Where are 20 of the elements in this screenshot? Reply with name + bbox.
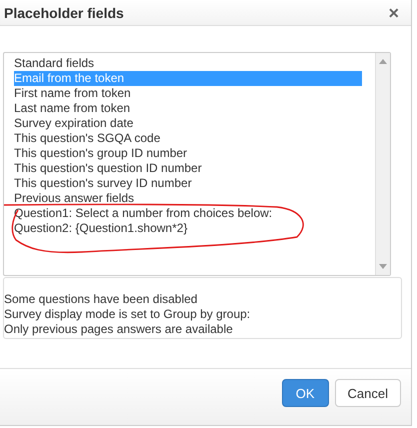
field-listbox[interactable]: [3, 52, 391, 276]
scrollbar[interactable]: [375, 53, 390, 275]
list-item[interactable]: Standard fields: [14, 56, 362, 71]
close-button[interactable]: ×: [388, 4, 399, 22]
list-item[interactable]: Previous answer fields: [14, 191, 362, 206]
list-item[interactable]: Last name from token: [14, 101, 362, 116]
list-item[interactable]: This question's survey ID number: [14, 176, 362, 191]
dialog-title: Placeholder fields: [4, 4, 124, 20]
info-text: Only previous pages answers are available: [4, 322, 234, 337]
list-item[interactable]: Survey expiration date: [14, 116, 362, 131]
list-item[interactable]: This question's question ID number: [14, 161, 362, 176]
cancel-button[interactable]: Cancel: [334, 379, 401, 407]
scroll-up-icon[interactable]: [379, 59, 387, 64]
info-text: Some questions have been disabled: [4, 292, 198, 307]
scroll-down-icon[interactable]: [379, 264, 387, 269]
list-item[interactable]: This question's SGQA code: [14, 131, 362, 146]
list-item[interactable]: Question2: {Question1.shown*2}: [14, 221, 362, 236]
info-text: Survey display mode is set to Group by group:: [4, 307, 252, 322]
list-item[interactable]: First name from token: [14, 86, 362, 101]
list-item[interactable]: This question's group ID number: [14, 146, 362, 161]
